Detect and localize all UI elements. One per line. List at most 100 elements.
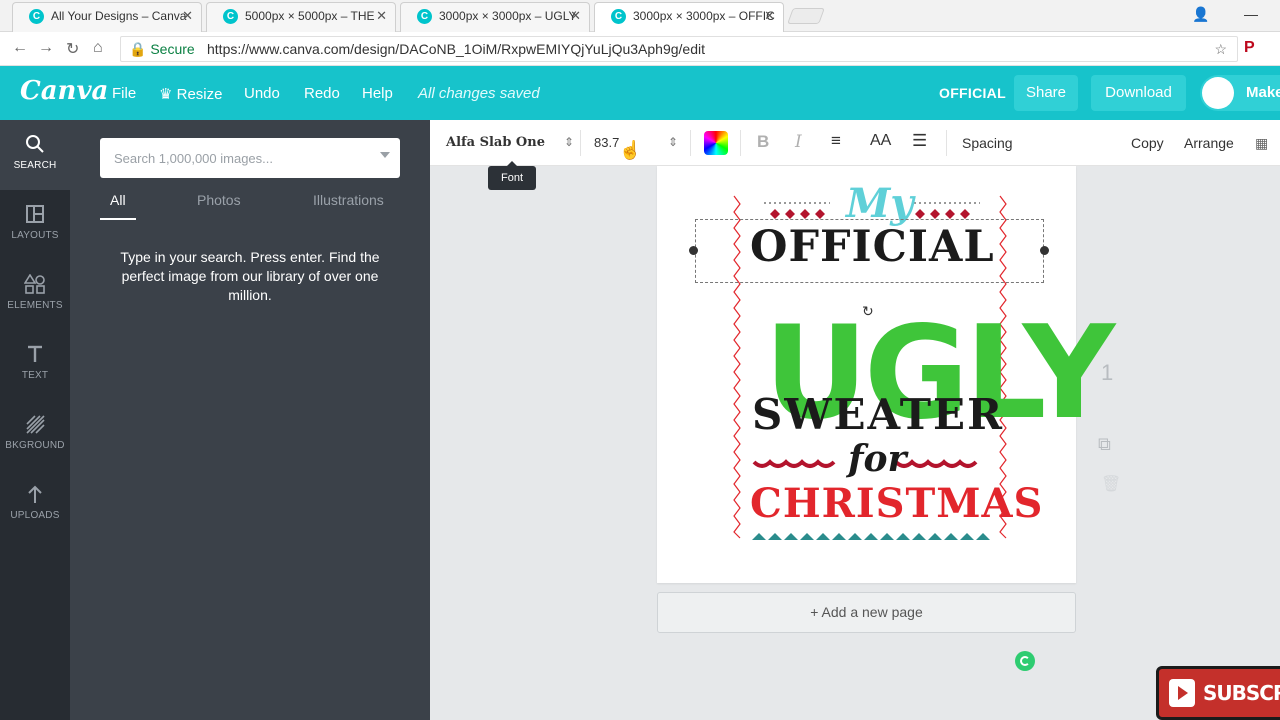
rail-label: BKGROUND xyxy=(5,440,65,451)
active-tab-indicator xyxy=(100,218,136,220)
toggle-label: Make xyxy=(1246,84,1280,101)
download-button[interactable]: Download xyxy=(1091,75,1186,111)
tab-photos[interactable]: Photos xyxy=(197,192,241,208)
tab-title: 3000px × 3000px – OFFIC xyxy=(633,9,775,23)
rotate-icon[interactable]: ↻ xyxy=(862,303,874,320)
align-center-icon[interactable]: ≡ xyxy=(831,131,841,151)
rail-background[interactable]: BKGROUND xyxy=(0,400,70,470)
text-color-icon[interactable] xyxy=(704,131,728,155)
background-icon xyxy=(0,414,70,436)
tab-all[interactable]: All xyxy=(110,192,126,208)
design-text-for[interactable]: for xyxy=(848,438,906,480)
side-rail: SEARCH LAYOUTS ELEMENTS TEXT BKGROUND UP… xyxy=(0,120,70,720)
font-select-arrows-icon[interactable]: ⇕ xyxy=(564,135,574,149)
subscribe-label: SUBSCRIBE xyxy=(1203,681,1280,705)
mouse-cursor-icon: ☝ xyxy=(619,140,642,160)
rail-search[interactable]: SEARCH xyxy=(0,120,70,190)
rail-uploads[interactable]: UPLOADS xyxy=(0,470,70,540)
minimize-icon[interactable]: — xyxy=(1244,6,1258,22)
divider xyxy=(690,130,691,156)
rail-label: SEARCH xyxy=(13,160,57,171)
font-size-field[interactable]: 83.7 xyxy=(594,135,619,150)
forward-icon[interactable]: → xyxy=(38,39,54,57)
save-status: All changes saved xyxy=(418,85,540,102)
menu-help[interactable]: Help xyxy=(362,85,393,102)
canva-logo[interactable]: Canva xyxy=(20,76,108,106)
rail-label: UPLOADS xyxy=(10,510,60,521)
text-case-icon[interactable]: AA xyxy=(870,132,891,150)
upload-icon xyxy=(0,484,70,506)
browser-tab[interactable]: C 5000px × 5000px – THE ✕ xyxy=(206,2,396,32)
pinterest-icon[interactable]: P xyxy=(1244,39,1255,57)
url-field[interactable]: 🔒 Secure https://www.canva.com/design/DA… xyxy=(120,36,1238,62)
bold-icon[interactable]: B xyxy=(757,132,769,152)
selection-box xyxy=(695,219,1044,283)
italic-icon[interactable]: I xyxy=(795,132,802,152)
divider xyxy=(946,130,947,156)
make-public-toggle[interactable]: Make xyxy=(1200,75,1280,111)
canva-favicon-icon: C xyxy=(223,9,238,24)
search-panel: All Photos Illustrations Type in your se… xyxy=(70,120,430,720)
canva-favicon-icon: C xyxy=(29,9,44,24)
elements-icon xyxy=(0,273,70,296)
browser-tab[interactable]: C 3000px × 3000px – UGLY ✕ xyxy=(400,2,590,32)
canva-header: Canva File ♛ Resize Undo Redo Help All c… xyxy=(0,66,1280,120)
font-family-select[interactable]: Alfa Slab One xyxy=(446,135,545,150)
loading-spinner-icon xyxy=(1015,651,1035,671)
design-name[interactable]: OFFICIAL xyxy=(939,85,1006,101)
page-number: 1 xyxy=(1101,360,1114,385)
secure-label: 🔒 Secure xyxy=(129,41,195,57)
tab-title: 3000px × 3000px – UGLY xyxy=(439,9,577,23)
chevron-down-icon[interactable] xyxy=(380,152,390,158)
menu-undo[interactable]: Undo xyxy=(244,85,280,102)
reload-icon[interactable]: ↻ xyxy=(66,39,79,59)
search-icon xyxy=(0,134,70,156)
transparency-icon[interactable]: ▦ xyxy=(1255,135,1268,152)
close-icon[interactable]: ✕ xyxy=(182,3,193,29)
close-icon[interactable]: ✕ xyxy=(764,3,775,29)
rail-label: ELEMENTS xyxy=(7,300,63,311)
browser-tab[interactable]: C All Your Designs – Canva ✕ xyxy=(12,2,202,32)
resize-handle-right[interactable] xyxy=(1040,246,1049,255)
rail-layouts[interactable]: LAYOUTS xyxy=(0,190,70,260)
image-search-input[interactable] xyxy=(100,138,400,178)
new-tab-button[interactable] xyxy=(787,8,825,24)
search-hint: Type in your search. Press enter. Find t… xyxy=(120,249,380,303)
menu-redo[interactable]: Redo xyxy=(304,85,340,102)
canva-favicon-icon: C xyxy=(611,9,626,24)
browser-tab-active[interactable]: C 3000px × 3000px – OFFIC ✕ xyxy=(594,2,784,32)
subscribe-badge[interactable]: SUBSCRIBE xyxy=(1156,666,1280,720)
tab-illustrations[interactable]: Illustrations xyxy=(313,192,384,208)
play-icon xyxy=(1169,679,1195,707)
resize-handle-left[interactable] xyxy=(689,246,698,255)
profile-icon[interactable]: 👤 xyxy=(1192,6,1209,23)
menu-resize[interactable]: ♛ Resize xyxy=(159,85,222,103)
toggle-knob xyxy=(1202,77,1234,109)
font-size-arrows-icon[interactable]: ⇕ xyxy=(668,135,678,149)
rail-text[interactable]: TEXT xyxy=(0,330,70,400)
copy-page-icon[interactable]: ⧉ xyxy=(1098,434,1111,455)
address-bar: ← → ↻ ⌂ 🔒 Secure https://www.canva.com/d… xyxy=(0,32,1280,66)
menu-file[interactable]: File xyxy=(112,85,136,102)
design-text-sweater[interactable]: SWEATER xyxy=(752,390,1004,439)
design-text-christmas[interactable]: CHRISTMAS xyxy=(750,480,1043,527)
close-icon[interactable]: ✕ xyxy=(570,3,581,29)
trash-icon[interactable]: 🗑 xyxy=(1101,474,1121,494)
close-icon[interactable]: ✕ xyxy=(376,3,387,29)
browser-tab-strip: C All Your Designs – Canva ✕ C 5000px × … xyxy=(0,0,1280,32)
back-icon[interactable]: ← xyxy=(12,39,28,57)
text-icon xyxy=(0,344,70,366)
copy-button[interactable]: Copy xyxy=(1131,135,1164,151)
bookmark-star-icon[interactable]: ☆ xyxy=(1214,37,1227,61)
rail-elements[interactable]: ELEMENTS xyxy=(0,260,70,330)
url-text: https://www.canva.com/design/DACoNB_1OiM… xyxy=(207,41,706,57)
arrange-button[interactable]: Arrange xyxy=(1184,135,1234,151)
font-tooltip: Font xyxy=(488,161,536,190)
layouts-icon xyxy=(0,204,70,226)
list-icon[interactable]: ☰ xyxy=(912,131,927,151)
home-icon[interactable]: ⌂ xyxy=(93,39,103,57)
add-page-button[interactable]: + Add a new page xyxy=(657,592,1076,633)
spacing-button[interactable]: Spacing xyxy=(962,135,1013,151)
share-button[interactable]: Share xyxy=(1014,75,1078,111)
crown-icon: ♛ xyxy=(159,86,173,103)
